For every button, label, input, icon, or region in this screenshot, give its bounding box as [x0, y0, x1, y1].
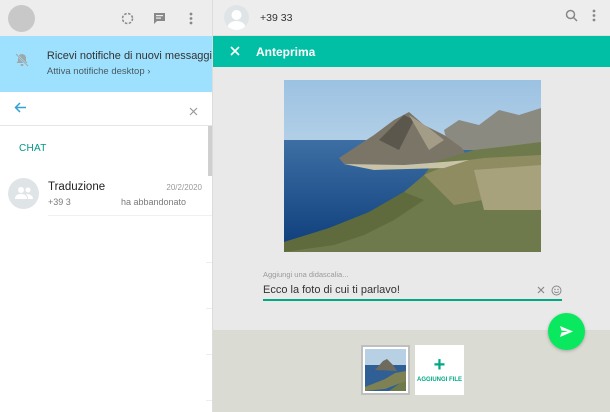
- chat-name: Traduzione: [48, 181, 106, 193]
- row-divider: [206, 400, 212, 401]
- attachments-tray: + AGGIUNGI FILE: [213, 330, 610, 412]
- contact-name: +39 33: [260, 11, 293, 24]
- new-chat-icon[interactable]: [152, 11, 166, 25]
- scrollbar[interactable]: [208, 126, 212, 176]
- default-user-icon: [227, 10, 246, 30]
- back-arrow-icon[interactable]: [14, 101, 27, 119]
- caption-input[interactable]: Ecco la foto di cui ti parlavo!: [263, 281, 562, 301]
- send-icon: [560, 326, 573, 337]
- chat-list-item[interactable]: Traduzione 20/2/2020 +39 3 ha abbandonat…: [0, 170, 212, 216]
- preview-bar: Anteprima: [213, 36, 610, 67]
- chat-last-sender: +39 3: [48, 197, 71, 207]
- menu-icon[interactable]: [184, 11, 198, 25]
- close-icon[interactable]: [230, 43, 240, 61]
- plus-icon: +: [433, 354, 446, 376]
- section-label-chat: CHAT: [19, 142, 47, 154]
- add-file-button[interactable]: + AGGIUNGI FILE: [415, 345, 464, 395]
- row-divider: [206, 262, 212, 263]
- conversation-panel: +39 33 Anteprima Aggiungi una didascalia…: [213, 0, 610, 412]
- thumbnail-image: [365, 349, 406, 391]
- search-icon[interactable]: [565, 9, 578, 27]
- chat-list-panel: Ricevi notifiche di nuovi messaggi Attiv…: [0, 0, 213, 412]
- clear-search-icon[interactable]: [189, 103, 198, 121]
- preview-title: Anteprima: [256, 44, 316, 59]
- preview-area: Aggiungi una didascalia... Ecco la foto …: [213, 67, 610, 330]
- send-button[interactable]: [548, 313, 585, 350]
- notification-banner[interactable]: Ricevi notifiche di nuovi messaggi Attiv…: [0, 36, 212, 92]
- preview-image: [284, 80, 541, 252]
- my-avatar[interactable]: [8, 4, 35, 32]
- notification-title: Ricevi notifiche di nuovi messaggi: [46, 50, 212, 62]
- attachment-thumbnail[interactable]: [361, 345, 410, 395]
- status-icon[interactable]: [120, 11, 134, 25]
- chat-date: 20/2/2020: [166, 183, 202, 192]
- caption-label: Aggiungi una didascalia...: [263, 270, 349, 279]
- menu-icon[interactable]: [592, 9, 596, 27]
- conversation-header[interactable]: +39 33: [213, 0, 610, 36]
- row-divider: [206, 354, 212, 355]
- chat-last-message: ha abbandonato: [121, 197, 187, 207]
- caption-value[interactable]: Ecco la foto di cui ti parlavo!: [263, 284, 531, 296]
- notification-subtitle[interactable]: Attiva notifiche desktop: [47, 66, 145, 77]
- row-divider: [206, 308, 212, 309]
- left-header: [0, 0, 212, 36]
- group-icon: [14, 187, 33, 199]
- notification-link[interactable]: Attiva notifiche desktop ›: [47, 65, 212, 78]
- clear-caption-icon[interactable]: [537, 286, 545, 294]
- group-avatar: [8, 177, 39, 209]
- add-file-label: AGGIUNGI FILE: [417, 377, 462, 383]
- bell-off-icon: [12, 49, 33, 71]
- emoji-icon[interactable]: [551, 285, 562, 296]
- chevron-right-icon: ›: [147, 66, 151, 77]
- search-bar[interactable]: [0, 92, 212, 126]
- contact-avatar[interactable]: [224, 5, 249, 30]
